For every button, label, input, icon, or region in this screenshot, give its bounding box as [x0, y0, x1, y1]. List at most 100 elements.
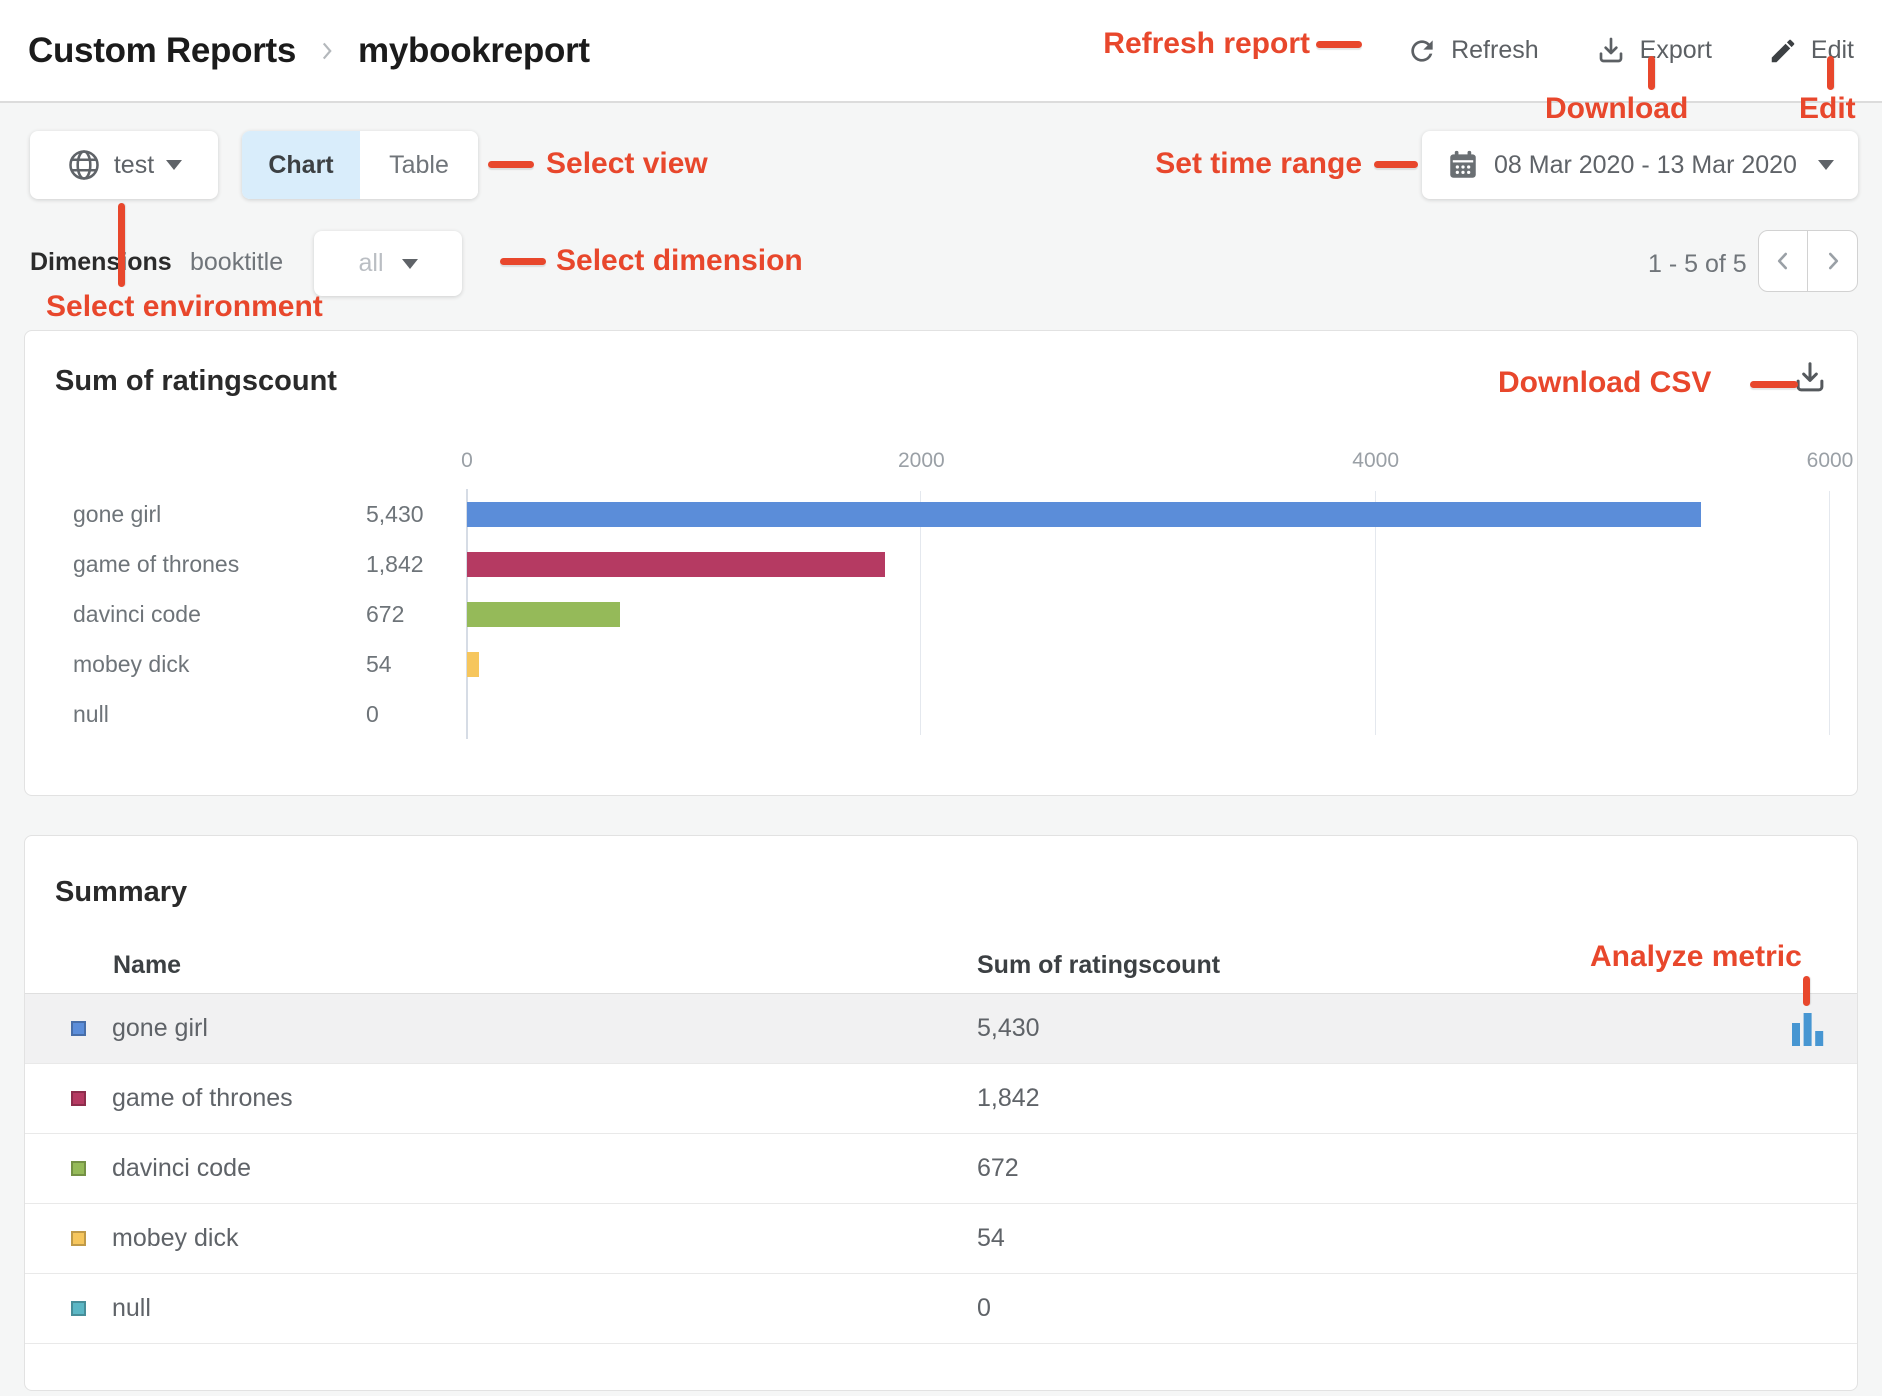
legend-swatch	[71, 1161, 86, 1176]
refresh-button[interactable]: Refresh	[1406, 35, 1539, 67]
chart-bar-zone	[467, 702, 1830, 727]
chart-rows: gone girl5,430game of thrones1,842davinc…	[25, 489, 1830, 739]
calendar-icon	[1446, 148, 1480, 182]
export-download-icon	[1595, 35, 1627, 67]
annotation-edit: Edit	[1799, 92, 1856, 126]
annotation-dash	[1750, 381, 1798, 388]
pagination-label: 1 - 5 of 5	[1648, 250, 1747, 279]
column-header-name: Name	[25, 951, 957, 980]
annotation-analyze-metric: Analyze metric	[1590, 940, 1802, 974]
table-cell-value: 1,842	[957, 1084, 1737, 1113]
previous-page-button[interactable]	[1759, 231, 1808, 291]
dimensions-label: Dimensions	[30, 248, 172, 277]
summary-card: Summary Name Sum of ratingscount gone gi…	[24, 835, 1858, 1391]
annotation-line	[118, 203, 125, 287]
chart-row: null0	[25, 689, 1830, 739]
environment-value: test	[114, 151, 154, 180]
legend-swatch	[71, 1091, 86, 1106]
chart-bar	[467, 552, 885, 577]
legend-swatch	[71, 1231, 86, 1246]
breadcrumb-root[interactable]: Custom Reports	[28, 31, 296, 71]
annotation-set-time-range: Set time range	[1155, 147, 1362, 181]
table-cell-value: 0	[957, 1294, 1737, 1323]
chart-value-label: 54	[337, 651, 467, 678]
chart-row: mobey dick54	[25, 639, 1830, 689]
pagination-controls	[1758, 230, 1858, 292]
annotation-line	[1803, 976, 1810, 1006]
row-name-text: mobey dick	[112, 1224, 238, 1253]
dimension-filter-dropdown[interactable]: all	[314, 231, 462, 296]
summary-table-header: Name Sum of ratingscount	[25, 938, 1857, 994]
annotation-download-csv: Download CSV	[1498, 366, 1711, 400]
annotation-dash	[500, 258, 546, 265]
x-axis: 0200040006000	[467, 449, 1830, 479]
summary-table-body: gone girl5,430 game of thrones 1,842 davinc…	[25, 994, 1857, 1344]
chart-value-label: 5,430	[337, 501, 467, 528]
table-row: game of thrones 1,842	[25, 1064, 1857, 1134]
table-cell-name: gone girl	[25, 1014, 957, 1043]
next-page-button[interactable]	[1808, 231, 1857, 291]
chart-row: davinci code672	[25, 589, 1830, 639]
caret-down-icon	[402, 259, 418, 269]
summary-title: Summary	[55, 876, 187, 909]
table-row: gone girl5,430	[25, 994, 1857, 1064]
table-row: mobey dick54	[25, 1204, 1857, 1274]
refresh-label: Refresh	[1451, 36, 1539, 65]
date-range-value: 08 Mar 2020 - 13 Mar 2020	[1494, 151, 1797, 180]
edit-pencil-icon	[1768, 36, 1798, 66]
annotation-select-view: Select view	[546, 147, 708, 181]
analyze-bars-icon	[1791, 1010, 1825, 1048]
chart-bar-zone	[467, 602, 1830, 627]
chart-row: game of thrones1,842	[25, 539, 1830, 589]
caret-down-icon	[1818, 160, 1834, 170]
chart-value-label: 0	[337, 701, 467, 728]
legend-swatch	[71, 1301, 86, 1316]
tab-chart[interactable]: Chart	[242, 131, 360, 199]
table-row: davinci code 672	[25, 1134, 1857, 1204]
table-cell-value: 672	[957, 1154, 1737, 1183]
globe-icon	[66, 147, 102, 183]
tab-table[interactable]: Table	[360, 131, 478, 199]
chevron-right-icon	[1820, 248, 1846, 274]
breadcrumb-chevron-icon	[314, 36, 340, 66]
chart-bar-zone	[467, 502, 1830, 527]
annotation-line	[1827, 56, 1834, 90]
chart-category-label: mobey dick	[25, 651, 337, 678]
dimension-filter-value: all	[358, 249, 383, 278]
annotation-download: Download	[1545, 92, 1688, 126]
annotation-line	[1648, 56, 1655, 90]
chart-bar	[467, 602, 620, 627]
annotation-dash	[1316, 41, 1362, 48]
environment-selector[interactable]: test	[30, 131, 218, 199]
chart-bar-zone	[467, 552, 1830, 577]
date-range-selector[interactable]: 08 Mar 2020 - 13 Mar 2020	[1422, 131, 1858, 199]
breadcrumb-current: mybookreport	[358, 31, 590, 71]
analyze-metric-button[interactable]	[1791, 1010, 1825, 1048]
annotation-dash	[1374, 161, 1418, 168]
refresh-icon	[1406, 35, 1438, 67]
page-header: Custom Reports mybookreport Refresh Expo…	[0, 0, 1882, 103]
download-csv-icon	[1791, 359, 1829, 397]
chevron-left-icon	[1770, 248, 1796, 274]
row-name-text: null	[112, 1294, 151, 1323]
row-name-text: davinci code	[112, 1154, 251, 1183]
chart-category-label: davinci code	[25, 601, 337, 628]
header-actions: Refresh Export Edit	[1406, 35, 1854, 67]
caret-down-icon	[166, 160, 182, 170]
annotation-select-environment: Select environment	[46, 290, 323, 324]
chart-value-label: 1,842	[337, 551, 467, 578]
chart-value-label: 672	[337, 601, 467, 628]
row-name-text: game of thrones	[112, 1084, 293, 1113]
download-csv-button[interactable]	[1791, 359, 1829, 397]
view-toggle: Chart Table	[242, 131, 478, 199]
table-cell-name: game of thrones	[25, 1084, 957, 1113]
chart-title: Sum of ratingscount	[55, 365, 337, 398]
table-cell-name: null	[25, 1294, 957, 1323]
row-name-text: gone girl	[112, 1014, 208, 1043]
chart-category-label: null	[25, 701, 337, 728]
x-axis-tick-label: 4000	[1352, 449, 1399, 473]
annotation-refresh-report: Refresh report	[1103, 27, 1310, 61]
chart-bar-zone	[467, 652, 1830, 677]
edit-button[interactable]: Edit	[1768, 36, 1854, 66]
x-axis-tick-label: 6000	[1807, 449, 1854, 473]
